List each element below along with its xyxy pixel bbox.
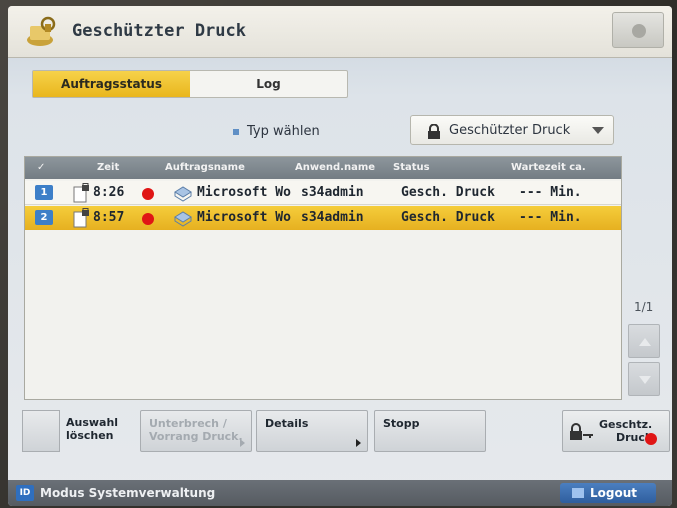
scroll-up-button[interactable] <box>628 324 660 358</box>
tab-auftragsstatus[interactable]: Auftragsstatus <box>33 71 190 97</box>
interrupt-priority-button[interactable]: Unterbrech / Vorrang Druck. <box>140 410 252 452</box>
touch-screen: Geschützter Druck Auftragsstatus Log Typ… <box>8 6 672 506</box>
lock-icon <box>428 124 440 139</box>
details-button[interactable]: Details <box>256 410 368 452</box>
row-wait: --- Min. <box>519 185 582 200</box>
col-wait: Wartezeit ca. <box>511 162 586 173</box>
details-label: Details <box>265 417 309 430</box>
view-tabs: Auftragsstatus Log <box>32 70 348 98</box>
row-time: 8:26 <box>93 185 125 200</box>
red-marker-icon <box>142 188 154 200</box>
row-time: 8:57 <box>93 210 125 225</box>
interrupt-label: Unterbrech / Vorrang Druck. <box>149 417 243 443</box>
type-dropdown[interactable]: Geschützter Druck <box>410 115 614 145</box>
job-list: ✓ Zeit Auftragsname Anwend.name Status W… <box>24 156 622 400</box>
type-dropdown-value: Geschützter Druck <box>449 123 571 138</box>
page-indicator: 1/1 <box>634 300 654 314</box>
check-column-icon: ✓ <box>37 162 46 173</box>
secure-print-icon <box>27 16 56 46</box>
system-mode-text: Modus Systemverwaltung <box>40 486 216 500</box>
col-user: Anwend.name <box>295 162 376 173</box>
logout-button[interactable]: Logout <box>560 483 656 503</box>
type-select-label: Typ wählen <box>233 124 320 139</box>
lock-key-icon <box>570 423 593 440</box>
red-marker-icon <box>645 433 657 445</box>
stop-label: Stopp <box>383 417 420 430</box>
clear-selection-button[interactable] <box>22 410 60 452</box>
stop-button[interactable]: Stopp <box>374 410 486 452</box>
red-marker-icon <box>142 213 154 225</box>
bullet-icon <box>233 128 239 135</box>
table-header: ✓ Zeit Auftragsname Anwend.name Status W… <box>25 157 621 179</box>
row-user: s34admin <box>301 210 364 225</box>
arrow-up-icon <box>639 338 651 346</box>
secure-print-button[interactable]: Geschtz. Druck <box>562 410 670 452</box>
col-status: Status <box>393 162 430 173</box>
tab-log[interactable]: Log <box>190 71 347 97</box>
home-button[interactable] <box>612 12 664 48</box>
row-user: s34admin <box>301 185 364 200</box>
logout-label: Logout <box>590 486 638 500</box>
status-bar: ID Modus Systemverwaltung Logout <box>8 480 672 506</box>
clear-selection-label: Auswahl löschen <box>66 416 119 442</box>
submenu-arrow-icon <box>240 439 245 447</box>
home-icon <box>632 24 646 38</box>
row-wait: --- Min. <box>519 210 582 225</box>
col-time: Zeit <box>97 162 120 173</box>
locked-document-icon <box>73 208 89 228</box>
submenu-arrow-icon <box>356 439 361 447</box>
type-select-text: Typ wählen <box>247 124 320 139</box>
row-number-badge: 1 <box>35 185 53 200</box>
row-job-name: Microsoft Wo <box>197 185 291 200</box>
id-badge-icon: ID <box>16 485 34 501</box>
table-row[interactable]: 2 8:57 Microsoft Wo s34admin Gesch. Druc… <box>25 206 621 230</box>
arrow-down-icon <box>639 376 651 384</box>
row-job-name: Microsoft Wo <box>197 210 291 225</box>
logout-icon <box>572 488 584 498</box>
row-status: Gesch. Druck <box>401 210 495 225</box>
col-job-name: Auftragsname <box>165 162 245 173</box>
title-bar: Geschützter Druck <box>8 6 672 58</box>
print-job-icon <box>174 211 192 227</box>
table-row[interactable]: 1 8:26 Microsoft Wo s34admin Gesch. Druc… <box>25 181 621 205</box>
chevron-down-icon <box>592 127 604 134</box>
page-title: Geschützter Druck <box>72 21 246 41</box>
scroll-down-button[interactable] <box>628 362 660 396</box>
row-status: Gesch. Druck <box>401 185 495 200</box>
row-number-badge: 2 <box>35 210 53 225</box>
locked-document-icon <box>73 183 89 203</box>
print-job-icon <box>174 186 192 202</box>
